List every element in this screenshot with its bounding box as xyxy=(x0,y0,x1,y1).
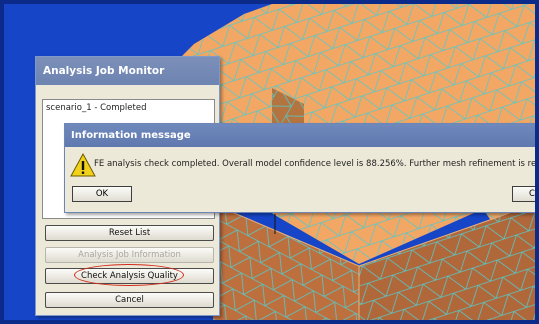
dialog-cancel-button[interactable]: Canc xyxy=(512,186,535,202)
analysis-job-monitor-title: Analysis Job Monitor xyxy=(36,57,219,85)
reset-list-button[interactable]: Reset List xyxy=(45,225,214,241)
job-list-item[interactable]: scenario_1 - Completed xyxy=(43,100,214,116)
information-message-text: FE analysis check completed. Overall mod… xyxy=(94,159,539,169)
information-message-title: Information message xyxy=(65,124,535,147)
warning-icon xyxy=(70,153,96,177)
information-message-dialog: Information message FE analysis check co… xyxy=(64,123,539,213)
cancel-button[interactable]: Cancel xyxy=(45,292,214,308)
screen-frame: Analysis Job Monitor scenario_1 - Comple… xyxy=(0,0,539,324)
analysis-job-information-button[interactable]: Analysis Job Information xyxy=(45,247,214,263)
highlight-ellipse xyxy=(74,264,184,286)
ok-button[interactable]: OK xyxy=(72,186,132,202)
